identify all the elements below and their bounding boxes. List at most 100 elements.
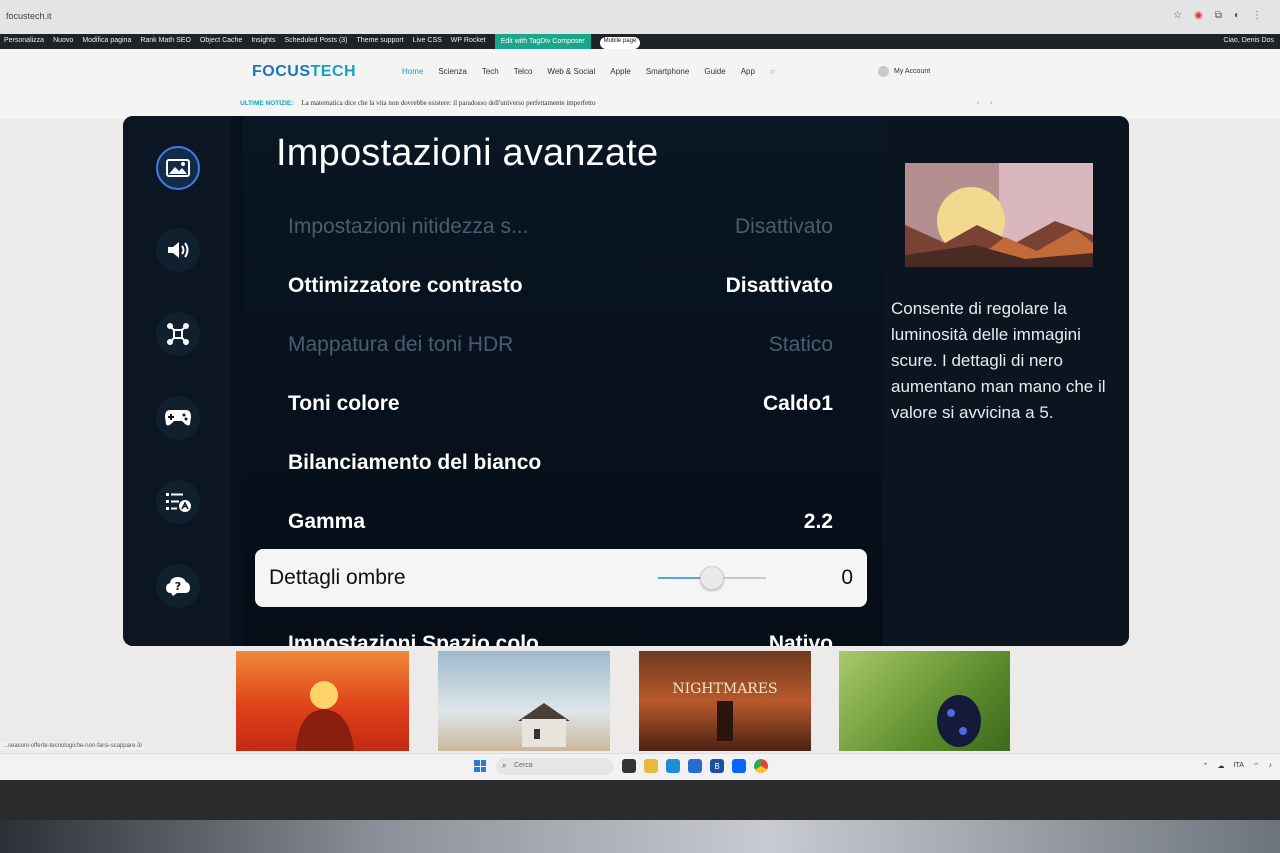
nav-web-social[interactable]: Web & Social (547, 67, 595, 76)
admin-item-new[interactable]: Nuovo (53, 37, 73, 49)
admin-item-edit-page[interactable]: Modifica pagina (82, 37, 131, 49)
wifi-icon[interactable]: ⌔ (1253, 762, 1260, 771)
language-indicator[interactable]: ITA (1234, 762, 1244, 771)
tagdiv-composer-button[interactable]: Edit with TagDiv Composer (494, 34, 591, 49)
setting-row-color-space[interactable]: Impostazioni Spazio colo Nativo (288, 624, 833, 646)
article-thumbnail[interactable]: NIGHTMARES (639, 651, 811, 751)
setting-label: Impostazioni nitidezza s... (288, 215, 529, 238)
settings-panel: Impostazioni avanzate Impostazioni nitid… (243, 116, 883, 646)
store-icon[interactable] (688, 759, 702, 773)
nav-apple[interactable]: Apple (610, 67, 630, 76)
tv-settings-screen: ? Impostazioni avanzate Impostazioni nit… (123, 116, 1129, 646)
ticker-prev-icon[interactable]: ‹ (977, 98, 980, 107)
nav-scienza[interactable]: Scienza (438, 67, 466, 76)
accessibility-icon[interactable] (156, 480, 200, 524)
taskbar-search[interactable]: ⌕ Cerca (496, 758, 614, 775)
admin-item-customize[interactable]: Personalizza (4, 37, 44, 49)
my-account-link[interactable]: My Account (878, 66, 930, 77)
nav-telco[interactable]: Telco (514, 67, 533, 76)
setting-label: Mappatura dei toni HDR (288, 333, 514, 356)
taskbar-apps: B (622, 759, 768, 773)
game-icon[interactable] (156, 396, 200, 440)
setting-value: 0 (841, 566, 853, 589)
star-icon[interactable]: ☆ (1173, 10, 1182, 21)
file-explorer-icon[interactable] (644, 759, 658, 773)
site-logo[interactable]: FOCUSTECH (252, 63, 356, 81)
admin-item-object-cache[interactable]: Object Cache (200, 37, 242, 49)
account-label: My Account (894, 68, 931, 75)
setting-row-white-balance[interactable]: Bilanciamento del bianco (288, 443, 833, 483)
setting-row-hdr-tone-mapping: Mappatura dei toni HDR Statico (288, 325, 833, 365)
nav-home[interactable]: Home (402, 67, 423, 76)
setting-label: Toni colore (288, 392, 400, 415)
article-thumbnail[interactable] (839, 651, 1010, 751)
setting-label: Ottimizzatore contrasto (288, 274, 523, 297)
browser-chrome: focustech.it ☆ ◉ ⧉ ◐ ⋮ (0, 0, 1280, 34)
monitor-bezel (0, 780, 1280, 820)
admin-item-wp-rocket[interactable]: WP Rocket (451, 37, 486, 49)
windows-taskbar: ⌕ Cerca B ⌃ ☁ ITA ⌔ ♪ (0, 753, 1280, 780)
article-thumbnail[interactable] (438, 651, 610, 751)
setting-row-contrast-enhancer[interactable]: Ottimizzatore contrasto Disattivato (288, 266, 833, 306)
setting-label: Impostazioni Spazio colo (288, 632, 539, 646)
help-panel: Consente di regolare la luminosità delle… (883, 116, 1129, 646)
address-bar[interactable]: focustech.it (6, 11, 52, 21)
connection-icon[interactable] (156, 312, 200, 356)
nav-app[interactable]: App (741, 67, 755, 76)
sound-icon[interactable] (156, 228, 200, 272)
profile-icon[interactable]: ◐ (1234, 10, 1240, 21)
volume-icon[interactable]: ♪ (1269, 762, 1273, 771)
nav-tech[interactable]: Tech (482, 67, 499, 76)
admin-item-scheduled[interactable]: Scheduled Posts (3) (284, 37, 347, 49)
setting-value: Caldo1 (762, 392, 833, 415)
avatar-icon (878, 66, 889, 77)
admin-item-rankmath[interactable]: Rank Math SEO (140, 37, 191, 49)
setting-value: Statico (768, 333, 833, 356)
extension-icon[interactable]: ◉ (1194, 10, 1203, 21)
search-icon: ⌕ (502, 761, 507, 770)
svg-text:?: ? (175, 580, 181, 593)
status-url: ...seasoni-offerte-tecnologiche-non-fars… (0, 742, 146, 750)
menu-icon[interactable]: ⋮ (1252, 10, 1262, 21)
ticker-next-icon[interactable]: › (990, 98, 993, 107)
wp-admin-bar: Personalizza Nuovo Modifica pagina Rank … (0, 34, 1280, 49)
picture-icon[interactable] (156, 146, 200, 190)
task-view-icon[interactable] (622, 759, 636, 773)
setting-row-color-tone[interactable]: Toni colore Caldo1 (288, 384, 833, 424)
system-tray: ⌃ ☁ ITA ⌔ ♪ (1203, 762, 1272, 771)
admin-item-live-css[interactable]: Live CSS (413, 37, 442, 49)
article-thumbnail[interactable] (236, 651, 409, 751)
shadow-detail-slider[interactable] (658, 566, 766, 590)
page-title: Impostazioni avanzate (276, 132, 659, 174)
b-app-icon[interactable]: B (710, 759, 724, 773)
mobile-page-badge[interactable]: Mobile page (599, 37, 641, 49)
svg-text:NIGHTMARES: NIGHTMARES (672, 681, 777, 697)
nav-smartphone[interactable]: Smartphone (646, 67, 690, 76)
puzzle-icon[interactable]: ⧉ (1215, 10, 1222, 21)
admin-item-insights[interactable]: Insights (251, 37, 275, 49)
edge-icon[interactable] (666, 759, 680, 773)
search-icon[interactable]: ○ (770, 67, 775, 76)
ticker-headline[interactable]: La matematica dice che la vita non dovre… (301, 99, 595, 107)
nav-guide[interactable]: Guide (704, 67, 725, 76)
start-menu-icon[interactable] (474, 760, 486, 772)
monitor-screen: focustech.it ☆ ◉ ⧉ ◐ ⋮ Personalizza Nuov… (0, 0, 1280, 780)
cloud-icon[interactable]: ☁ (1218, 762, 1225, 771)
slider-knob[interactable] (700, 566, 724, 590)
setting-label: Bilanciamento del bianco (288, 451, 542, 474)
support-icon[interactable]: ? (156, 564, 200, 608)
setting-label: Gamma (288, 510, 366, 533)
admin-greeting[interactable]: Ciao, Denis Dos (1223, 37, 1274, 44)
tv-sidebar: ? (123, 116, 231, 646)
logo-focus-text: FOCUS (252, 63, 311, 80)
setting-row-gamma[interactable]: Gamma 2.2 (288, 502, 833, 542)
admin-item-theme-support[interactable]: Theme support (357, 37, 404, 49)
chrome-icon[interactable] (754, 759, 768, 773)
dropbox-icon[interactable] (732, 759, 746, 773)
setting-label: Dettagli ombre (269, 566, 406, 589)
site-header: FOCUSTECH Home Scienza Tech Telco Web & … (0, 49, 1280, 119)
ticker-label: ULTIME NOTIZIE: (240, 100, 294, 107)
chevron-up-icon[interactable]: ⌃ (1203, 762, 1209, 771)
setting-row-shadow-detail[interactable]: Dettagli ombre 0 (255, 549, 867, 607)
setting-value: Nativo (768, 632, 833, 646)
